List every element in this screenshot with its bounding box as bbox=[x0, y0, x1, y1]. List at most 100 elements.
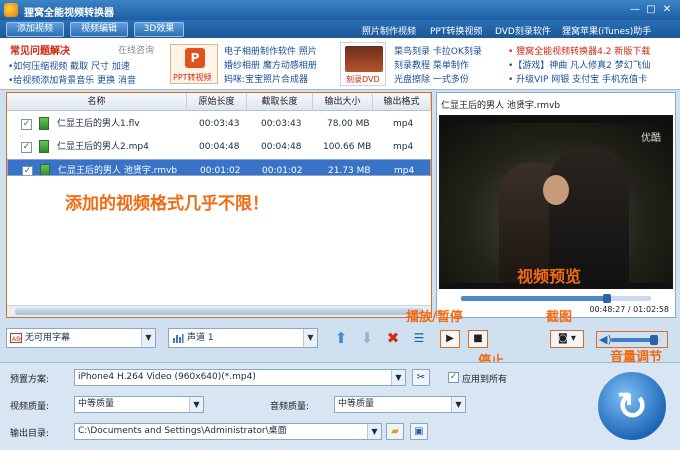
ppt-icon: P bbox=[185, 48, 205, 68]
speaker-icon: ◀) bbox=[599, 333, 612, 346]
convert-button[interactable]: ↻ bbox=[596, 370, 668, 442]
output-size: 78.00 MB bbox=[327, 119, 370, 129]
chevron-down-icon[interactable]: ▼ bbox=[189, 397, 203, 412]
table-row[interactable]: ✓ 仁显王后的男人2.mp4 00:04:48 00:04:48 100.66 … bbox=[7, 136, 431, 158]
table-row[interactable]: ✓ 仁显王后的男人1.flv 00:03:43 00:03:43 78.00 M… bbox=[7, 113, 431, 135]
dvd-burn-link[interactable]: DVD刻录软件 bbox=[495, 24, 551, 37]
banner-link[interactable]: 刻录教程 菜单制作 bbox=[394, 58, 469, 71]
file-name: 仁显王后的男人 池贤宇.rmvb bbox=[58, 166, 178, 176]
format-annotation: 添加的视频格式几乎不限！ bbox=[65, 194, 269, 214]
play-pause-button[interactable]: ▶ bbox=[440, 330, 460, 348]
faq-title: 常见问题解决 bbox=[10, 46, 70, 57]
chevron-down-icon[interactable]: ▼ bbox=[367, 424, 381, 439]
preset-select[interactable]: iPhone4 H.264 Video (960x640)(*.mp4) ▼ bbox=[74, 369, 406, 386]
stop-button[interactable]: ■ bbox=[468, 330, 488, 348]
faq-item[interactable]: •如何压缩视频 截取 尺寸 加速 bbox=[8, 59, 130, 72]
banner-link[interactable]: 电子相册制作软件 照片 bbox=[224, 44, 317, 57]
clip-length: 00:04:48 bbox=[261, 142, 302, 152]
apply-all-checkbox[interactable]: ✓ bbox=[448, 372, 459, 383]
screenshot-button[interactable]: ◙ ▾ bbox=[550, 330, 584, 348]
row-checkbox[interactable]: ✓ bbox=[21, 119, 32, 130]
column-output-size[interactable]: 输出大小 bbox=[313, 93, 373, 111]
add-video-button[interactable]: 添加视频 bbox=[6, 22, 64, 37]
video-frame bbox=[439, 123, 673, 288]
scrollbar-thumb[interactable] bbox=[15, 308, 423, 315]
banner-link[interactable]: 光盘擦除 一式多份 bbox=[394, 72, 469, 85]
stop-icon: ■ bbox=[473, 333, 483, 344]
progress-fill bbox=[461, 296, 608, 301]
preset-settings-icon[interactable]: ✂ bbox=[412, 369, 430, 386]
move-up-icon[interactable]: ⬆ bbox=[332, 329, 350, 347]
chevron-down-icon[interactable]: ▼ bbox=[451, 397, 465, 412]
play-pause-annotation: 播放/暂停 bbox=[406, 310, 463, 325]
3d-effect-button[interactable]: 3D效果 bbox=[134, 22, 184, 37]
orig-length: 00:03:43 bbox=[199, 119, 240, 129]
progress-knob[interactable] bbox=[603, 294, 612, 303]
preview-annotation: 视频预览 bbox=[517, 267, 582, 286]
banner-link[interactable]: 妈咪:宝宝照片合成器 bbox=[224, 72, 308, 85]
close-icon[interactable]: ✕ bbox=[660, 3, 674, 17]
window-title: 狸窝全能视频转换器 bbox=[24, 8, 114, 19]
itunes-helper-link[interactable]: 狸窝苹果(iTunes)助手 bbox=[562, 24, 651, 37]
subtitle-select[interactable]: ABC 无可用字幕 ▼ bbox=[6, 328, 156, 348]
banner-link[interactable]: •【游戏】神曲 凡人修真2 梦幻飞仙 bbox=[508, 58, 651, 71]
row-checkbox[interactable]: ✓ bbox=[22, 166, 33, 175]
row-checkbox[interactable]: ✓ bbox=[21, 142, 32, 153]
column-output-format[interactable]: 输出格式 bbox=[373, 93, 431, 111]
orig-length: 00:01:02 bbox=[200, 166, 241, 176]
subtitle-icon: ABC bbox=[10, 333, 22, 343]
open-folder-icon[interactable]: ▣ bbox=[410, 423, 428, 440]
output-size: 100.66 MB bbox=[323, 142, 372, 152]
chevron-down-icon[interactable]: ▼ bbox=[141, 329, 155, 347]
subtitle-value: 无可用字幕 bbox=[25, 333, 71, 343]
move-down-icon[interactable]: ⬇ bbox=[358, 329, 376, 347]
clip-length: 00:01:02 bbox=[262, 166, 303, 176]
chevron-down-icon[interactable]: ▼ bbox=[391, 370, 405, 385]
column-clip-length[interactable]: 截取长度 bbox=[247, 93, 313, 111]
faq-item[interactable]: •给视频添加背景音乐 更换 消音 bbox=[8, 73, 136, 86]
delete-icon[interactable]: ✖ bbox=[384, 329, 402, 347]
banner-link[interactable]: 婚纱相册 魔方动感相册 bbox=[224, 58, 317, 71]
photo-video-link[interactable]: 照片制作视频 bbox=[362, 24, 416, 37]
output-dir-select[interactable]: C:\Documents and Settings\Administrator\… bbox=[74, 423, 382, 440]
browse-folder-icon[interactable]: ▰ bbox=[386, 423, 404, 440]
chevron-down-icon[interactable]: ▼ bbox=[303, 329, 317, 347]
output-dir-value: C:\Documents and Settings\Administrator\… bbox=[78, 426, 287, 436]
playback-progress-bar[interactable] bbox=[461, 294, 651, 303]
audio-quality-label: 音频质量: bbox=[270, 402, 310, 412]
volume-knob[interactable] bbox=[649, 335, 658, 345]
playback-time: 00:48:27 / 01:02:58 bbox=[589, 305, 669, 314]
volume-track[interactable] bbox=[611, 335, 661, 345]
online-help-link[interactable]: 在线咨询 bbox=[118, 43, 154, 56]
clear-list-icon[interactable]: ☰ bbox=[410, 329, 428, 347]
video-edit-button[interactable]: 视频编辑 bbox=[70, 22, 128, 37]
camera-icon: ◙ ▾ bbox=[558, 333, 576, 344]
apply-all-label: 应用到所有 bbox=[462, 375, 508, 385]
audio-quality-select[interactable]: 中等质量 ▼ bbox=[334, 396, 466, 413]
banner-link[interactable]: • 狸窝全能视频转换器4.2 新版下载 bbox=[508, 44, 650, 57]
video-file-icon bbox=[39, 140, 49, 153]
banner-link[interactable]: 菜鸟刻录 卡拉OK刻录 bbox=[394, 44, 482, 57]
audio-track-icon bbox=[173, 334, 184, 343]
video-quality-select[interactable]: 中等质量 ▼ bbox=[74, 396, 204, 413]
audio-track-select[interactable]: 声道 1 ▼ bbox=[168, 328, 318, 348]
column-name[interactable]: 名称 bbox=[7, 93, 187, 111]
column-orig-length[interactable]: 原始长度 bbox=[187, 93, 247, 111]
file-name: 仁显王后的男人1.flv bbox=[57, 119, 140, 129]
video-preview-screen[interactable]: 优酷 视频预览 bbox=[439, 115, 673, 289]
preset-value: iPhone4 H.264 Video (960x640)(*.mp4) bbox=[78, 372, 256, 382]
menu-bar: 添加视频 视频编辑 3D效果 照片制作视频 PPT转换视频 DVD刻录软件 狸窝… bbox=[0, 20, 680, 38]
ppt-to-video-promo[interactable]: P PPT转视频 bbox=[170, 44, 218, 84]
maximize-icon[interactable]: □ bbox=[644, 3, 658, 17]
table-row-selected[interactable]: ✓ 仁显王后的男人 池贤宇.rmvb 00:01:02 00:01:02 21.… bbox=[7, 159, 431, 176]
output-format: mp4 bbox=[393, 142, 414, 152]
horizontal-scrollbar[interactable] bbox=[7, 305, 431, 317]
video-quality-value: 中等质量 bbox=[78, 399, 115, 409]
file-name: 仁显王后的男人2.mp4 bbox=[57, 142, 149, 152]
title-bar: 狸窝全能视频转换器 — □ ✕ bbox=[0, 0, 680, 20]
minimize-icon[interactable]: — bbox=[628, 3, 642, 17]
ppt-video-link[interactable]: PPT转换视频 bbox=[430, 24, 482, 37]
video-file-icon bbox=[40, 164, 50, 175]
dvd-burn-promo[interactable]: 刻录DVD bbox=[340, 42, 386, 86]
banner-link[interactable]: • 升级VIP 网银 支付宝 手机充值卡 bbox=[508, 72, 647, 85]
